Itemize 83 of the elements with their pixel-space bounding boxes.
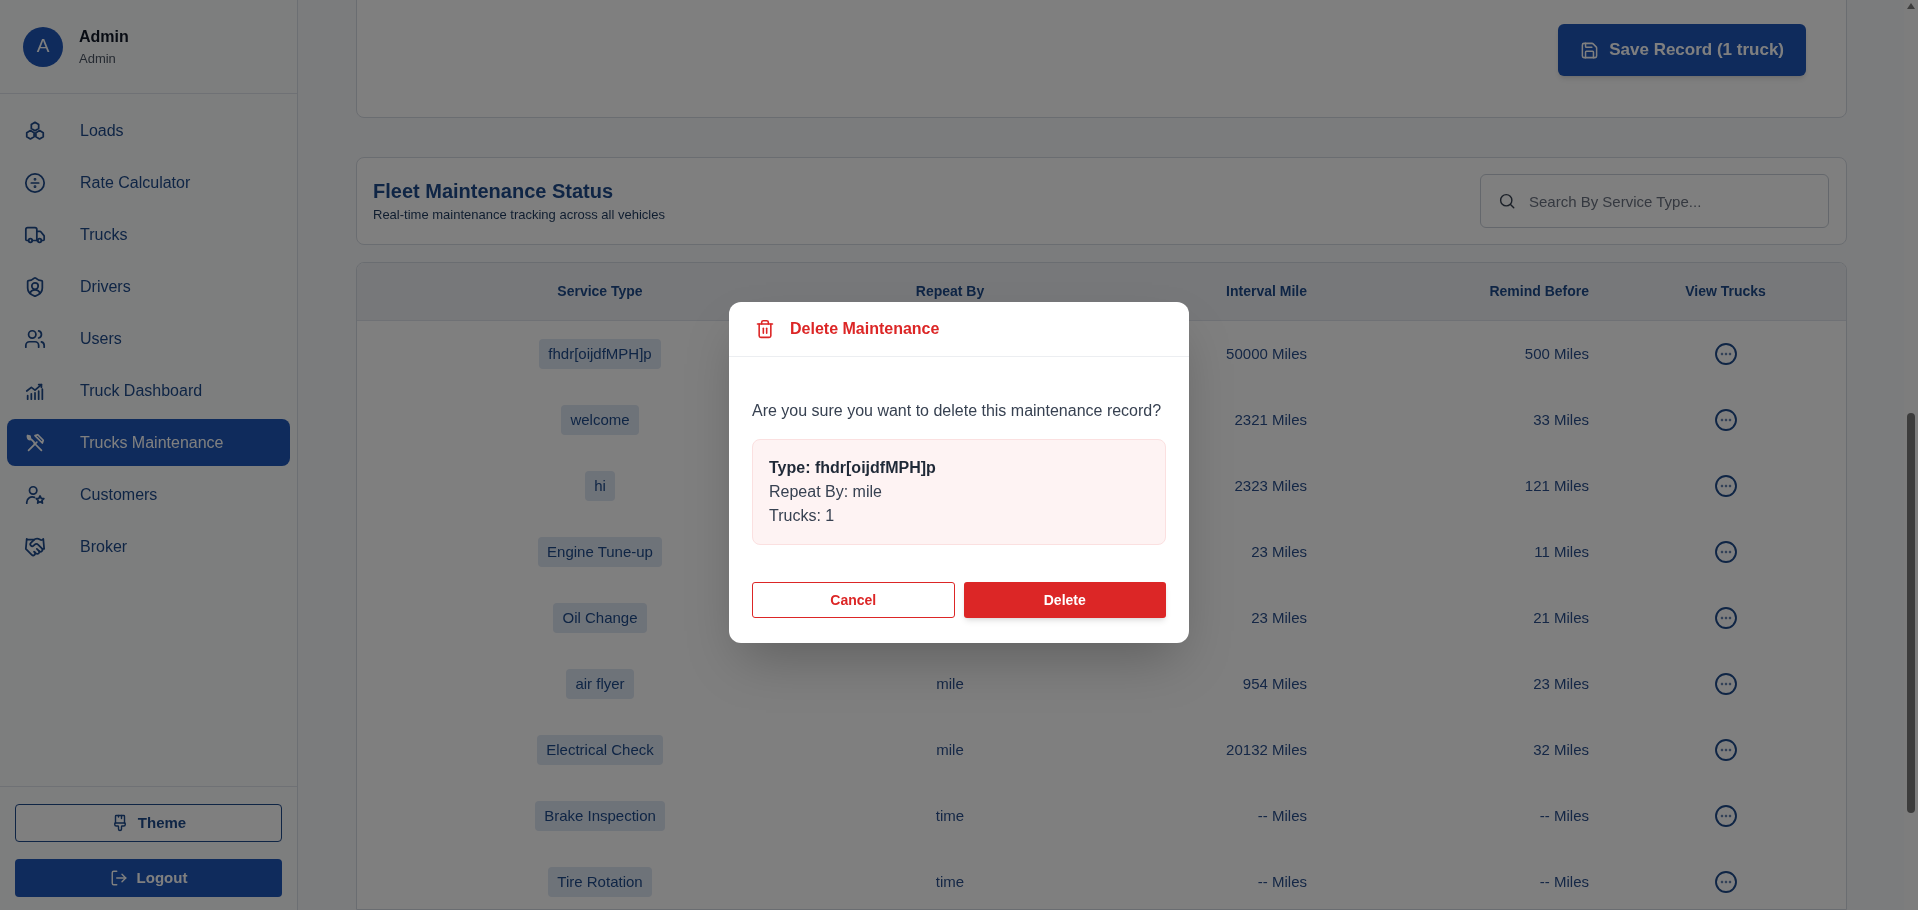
- dialog-title: Delete Maintenance: [790, 319, 940, 339]
- save-record-button[interactable]: Save Record (1 truck): [1558, 24, 1806, 76]
- logout-button[interactable]: Logout: [15, 859, 282, 897]
- sidebar-item[interactable]: Loads: [7, 107, 290, 154]
- delete-button[interactable]: Delete: [963, 582, 1166, 618]
- more-icon[interactable]: [1713, 804, 1738, 828]
- table-cell-text: 33 Miles: [1533, 409, 1589, 430]
- service-type-tag: Electrical Check: [537, 734, 663, 766]
- column-header: Remind Before: [1489, 282, 1589, 301]
- service-type-tag: Brake Inspection: [535, 800, 665, 832]
- table-cell-text: 21 Miles: [1533, 607, 1589, 628]
- column-header: View Trucks: [1685, 282, 1766, 301]
- table-cell-text: time: [935, 871, 965, 892]
- scrollbar-thumb[interactable]: [1907, 413, 1915, 813]
- users-icon: [24, 327, 46, 350]
- user-avatar: A: [23, 26, 63, 67]
- table-cell-text: 954 Miles: [1242, 673, 1307, 694]
- logout-icon: [109, 869, 128, 887]
- table-cell-text: 20132 Miles: [1226, 739, 1307, 760]
- sidebar-item[interactable]: Trucks Maintenance: [7, 419, 290, 466]
- table-cell-text: mile: [936, 739, 964, 760]
- sidebar-item[interactable]: Users: [7, 315, 290, 362]
- table-cell-text: 2321 Miles: [1234, 409, 1307, 430]
- column-header: Repeat By: [915, 282, 985, 301]
- sidebar-item[interactable]: Drivers: [7, 263, 290, 310]
- search-icon: [1498, 192, 1516, 210]
- table-cell-text: 500 Miles: [1524, 343, 1589, 364]
- table-cell-text: 2323 Miles: [1234, 475, 1307, 496]
- service-type-tag: hi: [585, 470, 615, 502]
- user-role: Admin: [79, 50, 117, 67]
- table-cell-text: 50000 Miles: [1226, 343, 1307, 364]
- table-cell-text: mile: [936, 673, 964, 694]
- cancel-button[interactable]: Cancel: [752, 582, 955, 618]
- shield-user-icon: [24, 275, 46, 298]
- save-icon: [1580, 40, 1600, 60]
- more-icon[interactable]: [1713, 342, 1738, 366]
- detail-line: Type: fhdr[oijdfMPH]p: [769, 458, 937, 478]
- service-type-tag: Tire Rotation: [548, 866, 652, 898]
- table-cell-text: time: [935, 805, 965, 826]
- dialog-message: Are you sure you want to delete this maintenance record?: [752, 401, 1163, 421]
- table-cell-text: 11 Miles: [1534, 541, 1589, 562]
- table-cell-text: 23 Miles: [1251, 607, 1307, 628]
- service-type-tag: fhdr[oijdfMPH]p: [539, 338, 661, 370]
- service-type-tag: welcome: [561, 404, 639, 436]
- table-cell-text: 23 Miles: [1251, 541, 1307, 562]
- table-cell-text: 32 Miles: [1533, 739, 1589, 760]
- more-icon[interactable]: [1713, 738, 1738, 762]
- table-cell-text: 121 Miles: [1524, 475, 1589, 496]
- search-field[interactable]: Search By Service Type...: [1480, 174, 1829, 228]
- table-cell-text: -- Miles: [1539, 805, 1589, 826]
- handshake-icon: [24, 535, 46, 558]
- more-icon[interactable]: [1713, 474, 1738, 498]
- sidebar-item[interactable]: Customers: [7, 471, 290, 518]
- panel-title: Fleet Maintenance Status: [373, 179, 615, 203]
- service-type-tag: air flyer: [566, 668, 634, 700]
- more-icon[interactable]: [1713, 540, 1738, 564]
- theme-button[interactable]: Theme: [15, 804, 282, 842]
- service-type-tag: Oil Change: [553, 602, 647, 634]
- table-cell-text: -- Miles: [1539, 871, 1589, 892]
- boxes-icon: [24, 119, 46, 142]
- table-cell-text: 23 Miles: [1533, 673, 1589, 694]
- more-icon[interactable]: [1713, 408, 1738, 432]
- sidebar-item[interactable]: Broker: [7, 523, 290, 570]
- detail-line: Trucks: 1: [769, 506, 836, 526]
- column-header: Interval Mile: [1226, 282, 1307, 301]
- sidebar-item[interactable]: Trucks: [7, 211, 290, 258]
- user-star-icon: [24, 483, 46, 506]
- tools-icon: [24, 431, 46, 454]
- table-cell-text: -- Miles: [1257, 871, 1307, 892]
- service-type-tag: Engine Tune-up: [538, 536, 662, 568]
- more-icon[interactable]: [1713, 870, 1738, 894]
- scroll-up-icon[interactable]: [1907, 3, 1915, 9]
- sidebar-item[interactable]: Truck Dashboard: [7, 367, 290, 414]
- detail-line: Repeat By: mile: [769, 482, 883, 502]
- column-header: Service Type: [557, 282, 643, 301]
- divide-circle-icon: [24, 171, 46, 194]
- trash-icon: [755, 318, 775, 340]
- panel-subtitle: Real-time maintenance tracking across all vehicles: [373, 207, 665, 223]
- more-icon[interactable]: [1713, 672, 1738, 696]
- user-name: Admin: [79, 26, 129, 47]
- more-icon[interactable]: [1713, 606, 1738, 630]
- sidebar-item[interactable]: Rate Calculator: [7, 159, 290, 206]
- table-cell-text: -- Miles: [1257, 805, 1307, 826]
